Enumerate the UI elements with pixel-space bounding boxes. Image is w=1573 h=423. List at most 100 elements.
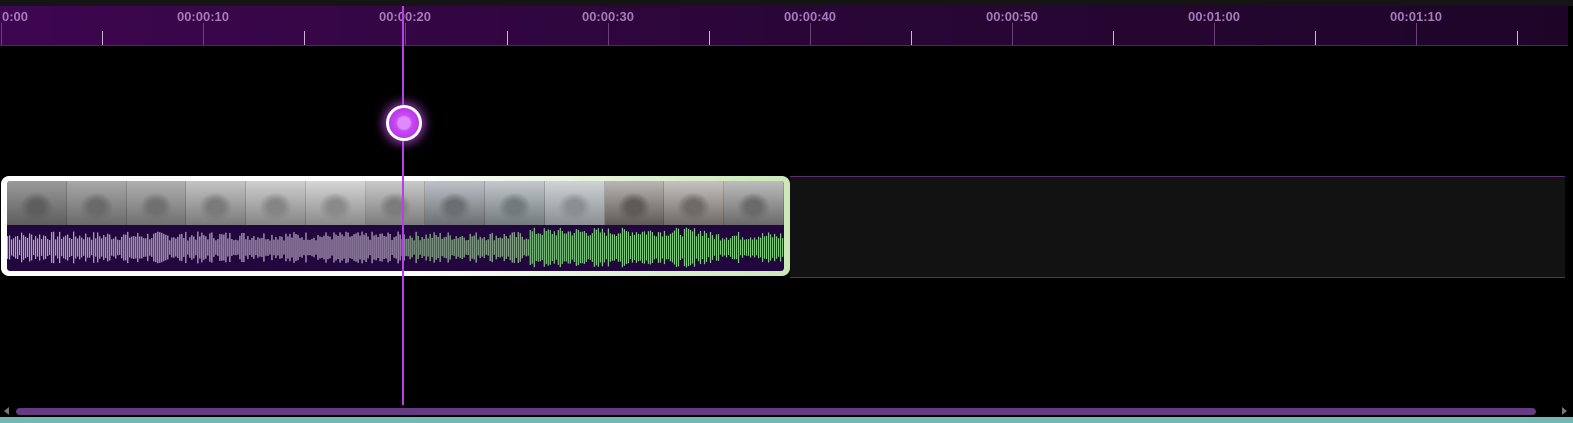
video-thumbnail: [365, 181, 426, 225]
waveform-bar: [489, 233, 491, 262]
waveform-bar: [265, 239, 267, 256]
waveform-bar: [31, 234, 33, 261]
scrollbar-thumb[interactable]: [16, 408, 1536, 415]
waveform-bar: [387, 232, 389, 263]
waveform-bar: [671, 232, 674, 263]
waveform-bar: [213, 238, 215, 257]
waveform-bar: [369, 239, 371, 256]
waveform-bar: [389, 234, 391, 261]
waveform-bar: [433, 232, 435, 263]
waveform-bar: [295, 234, 297, 261]
waveform-bar: [453, 239, 455, 256]
waveform-bar: [101, 238, 103, 257]
waveform-bar: [751, 239, 754, 256]
waveform-bar: [585, 233, 587, 262]
waveform-bar: [781, 238, 784, 257]
waveform-bar: [203, 235, 205, 260]
waveform-bar: [567, 231, 569, 264]
playhead-line[interactable]: [402, 6, 404, 417]
waveform-bar: [643, 231, 646, 264]
waveform-bar: [21, 232, 23, 263]
waveform-bar: [685, 227, 688, 268]
ruler-tick: [507, 31, 508, 45]
waveform-bar: [393, 237, 395, 258]
waveform-bar: [763, 236, 766, 259]
video-clip[interactable]: [1, 176, 790, 276]
ruler-label: 00:00:30: [581, 9, 635, 24]
horizontal-scrollbar[interactable]: [0, 405, 1573, 417]
video-thumbnail: [7, 181, 67, 225]
waveform-bar: [37, 238, 39, 257]
waveform-bar: [77, 238, 79, 257]
waveform-bar: [579, 231, 581, 264]
waveform-bar: [699, 230, 702, 265]
waveform-bar: [691, 231, 694, 264]
waveform-bar: [373, 235, 375, 260]
waveform-bar: [115, 236, 117, 259]
waveform-bar: [549, 230, 551, 265]
waveform-bar: [267, 239, 269, 256]
waveform-bar: [733, 235, 736, 260]
waveform-bar: [155, 232, 157, 263]
waveform-bar: [329, 236, 331, 259]
waveform-bar: [563, 233, 565, 262]
waveform-bar: [521, 236, 523, 259]
ruler-tick: [810, 23, 811, 45]
waveform-bar: [679, 234, 682, 261]
ruler-label: 00:01:00: [1187, 9, 1241, 24]
waveform-bar: [15, 236, 17, 259]
waveform-bar: [777, 238, 780, 257]
waveform-bar: [535, 234, 537, 261]
waveform-bar: [79, 235, 81, 260]
waveform-bar: [705, 233, 708, 262]
waveform-bar: [237, 240, 239, 255]
waveform-bar: [235, 239, 237, 256]
waveform-bar: [769, 234, 772, 261]
waveform-bar: [547, 229, 549, 266]
waveform-bar: [581, 231, 583, 264]
waveform-bar: [607, 228, 609, 267]
waveform-bar: [455, 236, 457, 259]
waveform-bar: [327, 235, 329, 260]
waveform-bar: [353, 234, 355, 261]
waveform-bar: [301, 237, 303, 258]
waveform-bar: [615, 236, 617, 259]
waveform-bar: [525, 238, 527, 257]
timeline-ruler[interactable]: 0:00 00:00:10 00:00:20 00:00:30 00:00:40…: [0, 6, 1568, 46]
waveform-bar: [281, 236, 283, 259]
waveform-bar: [665, 235, 668, 260]
ruler-tick: [1416, 23, 1417, 45]
waveform-bar: [11, 239, 13, 256]
ruler-tick: [608, 23, 609, 45]
waveform-bar: [257, 237, 259, 258]
waveform-bar: [461, 235, 463, 260]
waveform-bar: [501, 238, 503, 257]
ruler-tick: [405, 23, 406, 45]
waveform-bar: [645, 234, 648, 261]
waveform-bar: [69, 237, 71, 258]
waveform-bar: [473, 235, 475, 260]
waveform-bar: [247, 236, 249, 259]
waveform-bar: [133, 236, 135, 259]
waveform-bar: [743, 239, 746, 256]
waveform-bar: [25, 236, 27, 259]
waveform-bar: [463, 237, 465, 258]
waveform-bar: [397, 231, 399, 264]
waveform-bar: [719, 240, 722, 255]
waveform-bar: [231, 238, 233, 257]
waveform-bar: [305, 232, 307, 263]
waveform-bar: [7, 236, 9, 259]
waveform-bar: [707, 237, 710, 258]
scroll-right-arrow-icon[interactable]: [1562, 407, 1567, 415]
waveform-bar: [323, 235, 325, 260]
empty-track-area: [790, 176, 1565, 278]
waveform-bar: [45, 236, 47, 259]
waveform-bar: [459, 236, 461, 259]
waveform-bar: [57, 236, 59, 259]
waveform-bar: [493, 240, 495, 255]
waveform-bar: [421, 236, 423, 259]
scroll-left-arrow-icon[interactable]: [4, 407, 9, 415]
playhead-handle[interactable]: [386, 105, 422, 141]
waveform-bar: [349, 236, 351, 259]
waveform-bar: [755, 239, 758, 256]
